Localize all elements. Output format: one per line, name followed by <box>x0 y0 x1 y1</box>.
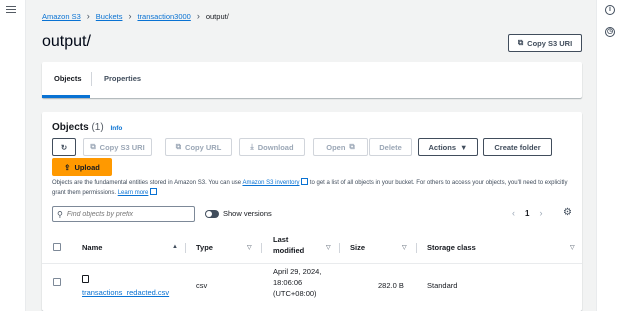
right-tools-rail: i ◷ <box>596 0 624 311</box>
search-input[interactable] <box>66 210 187 218</box>
objects-header: Objects (1) Info <box>52 122 122 133</box>
object-size: 282.0 B <box>378 281 404 290</box>
open-label: Open <box>326 142 346 152</box>
actions-dropdown[interactable]: Actions ▼ <box>418 138 478 156</box>
tabs-container: Objects Properties <box>42 62 582 98</box>
object-last-modified-time: 18:06:06 <box>273 278 303 287</box>
select-all-checkbox[interactable] <box>53 243 61 251</box>
next-page-icon[interactable]: › <box>539 208 542 218</box>
sort-icon[interactable]: ▽ <box>247 244 252 251</box>
upload-button[interactable]: ⇪ Upload <box>52 158 112 176</box>
search-icon: ⚲ <box>57 209 63 219</box>
breadcrumb-bucket[interactable]: transaction3000 <box>137 12 190 21</box>
copy-url-button[interactable]: ⧉ Copy URL <box>165 138 232 156</box>
copy-icon: ⧉ <box>90 142 96 151</box>
delete-button[interactable]: Delete <box>369 138 412 156</box>
copy-s3-uri-toolbar-button[interactable]: ⧉ Copy S3 URI <box>83 138 152 156</box>
previous-page-icon[interactable]: ‹ <box>512 208 515 218</box>
row-checkbox[interactable] <box>53 278 61 286</box>
copy-s3-uri-button[interactable]: ⧉ Copy S3 URI <box>508 34 582 52</box>
info-icon[interactable]: i <box>605 5 615 15</box>
open-button[interactable]: Open ⧉ <box>313 138 368 156</box>
s3-inventory-link[interactable]: Amazon S3 inventory <box>242 180 299 186</box>
external-link-icon <box>150 187 158 195</box>
search-field[interactable]: ⚲ <box>52 206 195 222</box>
delete-label: Delete <box>379 142 402 152</box>
objects-count: (1) <box>91 122 104 133</box>
show-versions-toggle[interactable]: Show versions <box>205 209 272 218</box>
column-divider <box>261 243 262 253</box>
sort-ascending-icon[interactable]: ▲ <box>172 244 178 250</box>
column-divider <box>185 243 186 253</box>
file-icon <box>82 275 89 283</box>
objects-description: Objects are the fundamental entities sto… <box>52 178 577 197</box>
tab-properties[interactable]: Properties <box>104 74 141 83</box>
caret-down-icon: ▼ <box>460 142 468 152</box>
object-last-modified-date: April 29, 2024, <box>273 267 322 276</box>
column-storage-class[interactable]: Storage class <box>427 243 476 252</box>
table-header: Name ▲ Type ▽ Last modified ▽ Size ▽ Sto… <box>42 230 582 264</box>
column-last-modified[interactable]: Last modified <box>273 234 313 256</box>
refresh-icon: ↻ <box>60 142 68 152</box>
upload-icon: ⇪ <box>64 162 71 172</box>
upload-label: Upload <box>74 162 100 172</box>
copy-s3-uri-label: Copy S3 URI <box>527 38 573 48</box>
description-text-1: Objects are the fundamental entities sto… <box>52 180 243 186</box>
object-name-link[interactable]: transactions_redacted.csv <box>82 288 169 297</box>
column-divider <box>416 243 417 253</box>
objects-title: Objects <box>52 122 89 133</box>
sort-icon[interactable]: ▽ <box>326 244 331 251</box>
create-folder-button[interactable]: Create folder <box>483 138 552 156</box>
column-name[interactable]: Name <box>82 243 102 252</box>
chevron-right-icon: › <box>196 11 200 21</box>
download-label: Download <box>257 142 294 152</box>
show-versions-label: Show versions <box>223 209 272 218</box>
sort-icon[interactable]: ▽ <box>402 244 407 251</box>
info-link[interactable]: Info <box>110 125 122 132</box>
page-number[interactable]: 1 <box>525 209 529 218</box>
column-type[interactable]: Type <box>196 243 213 252</box>
chevron-right-icon: › <box>86 11 90 21</box>
copy-icon: ⧉ <box>517 38 524 47</box>
copy-s3-uri-toolbar-label: Copy S3 URI <box>99 142 145 152</box>
table-row[interactable]: transactions_redacted.csv csv April 29, … <box>42 265 582 311</box>
breadcrumb-buckets[interactable]: Buckets <box>96 12 123 21</box>
clock-icon[interactable]: ◷ <box>605 27 615 37</box>
column-size[interactable]: Size <box>350 243 365 252</box>
active-tab-indicator <box>42 95 90 98</box>
create-folder-label: Create folder <box>494 142 541 152</box>
download-icon: ⤓ <box>250 142 254 151</box>
objects-panel: Objects (1) Info ↻ ⧉ Copy S3 URI ⧉ Copy … <box>42 112 582 311</box>
pagination: ‹ 1 › <box>512 208 542 218</box>
actions-label: Actions <box>428 142 457 152</box>
refresh-button[interactable]: ↻ <box>52 138 76 156</box>
column-divider <box>339 243 340 253</box>
external-link-icon: ⧉ <box>349 142 355 151</box>
sort-icon[interactable]: ▽ <box>570 244 575 251</box>
page-title: output/ <box>42 33 91 50</box>
tab-divider <box>91 72 92 86</box>
tab-objects[interactable]: Objects <box>54 74 82 83</box>
breadcrumb-amazon-s3[interactable]: Amazon S3 <box>42 12 81 21</box>
object-type: csv <box>196 281 208 290</box>
toggle-switch[interactable] <box>205 209 219 218</box>
menu-icon[interactable] <box>6 4 16 14</box>
copy-icon: ⧉ <box>175 142 182 151</box>
breadcrumb: Amazon S3 › Buckets › transaction3000 › … <box>42 11 229 21</box>
copy-url-label: Copy URL <box>185 142 222 152</box>
breadcrumb-current: output/ <box>205 11 229 21</box>
gear-icon[interactable]: ⚙ <box>563 207 574 218</box>
object-last-modified-timezone: (UTC+08:00) <box>273 289 317 298</box>
object-storage-class: Standard <box>427 281 458 290</box>
download-button[interactable]: ⤓ Download <box>239 138 305 156</box>
learn-more-link[interactable]: Learn more <box>118 190 149 196</box>
chevron-right-icon: › <box>128 11 132 21</box>
left-navigation-rail <box>0 0 26 311</box>
